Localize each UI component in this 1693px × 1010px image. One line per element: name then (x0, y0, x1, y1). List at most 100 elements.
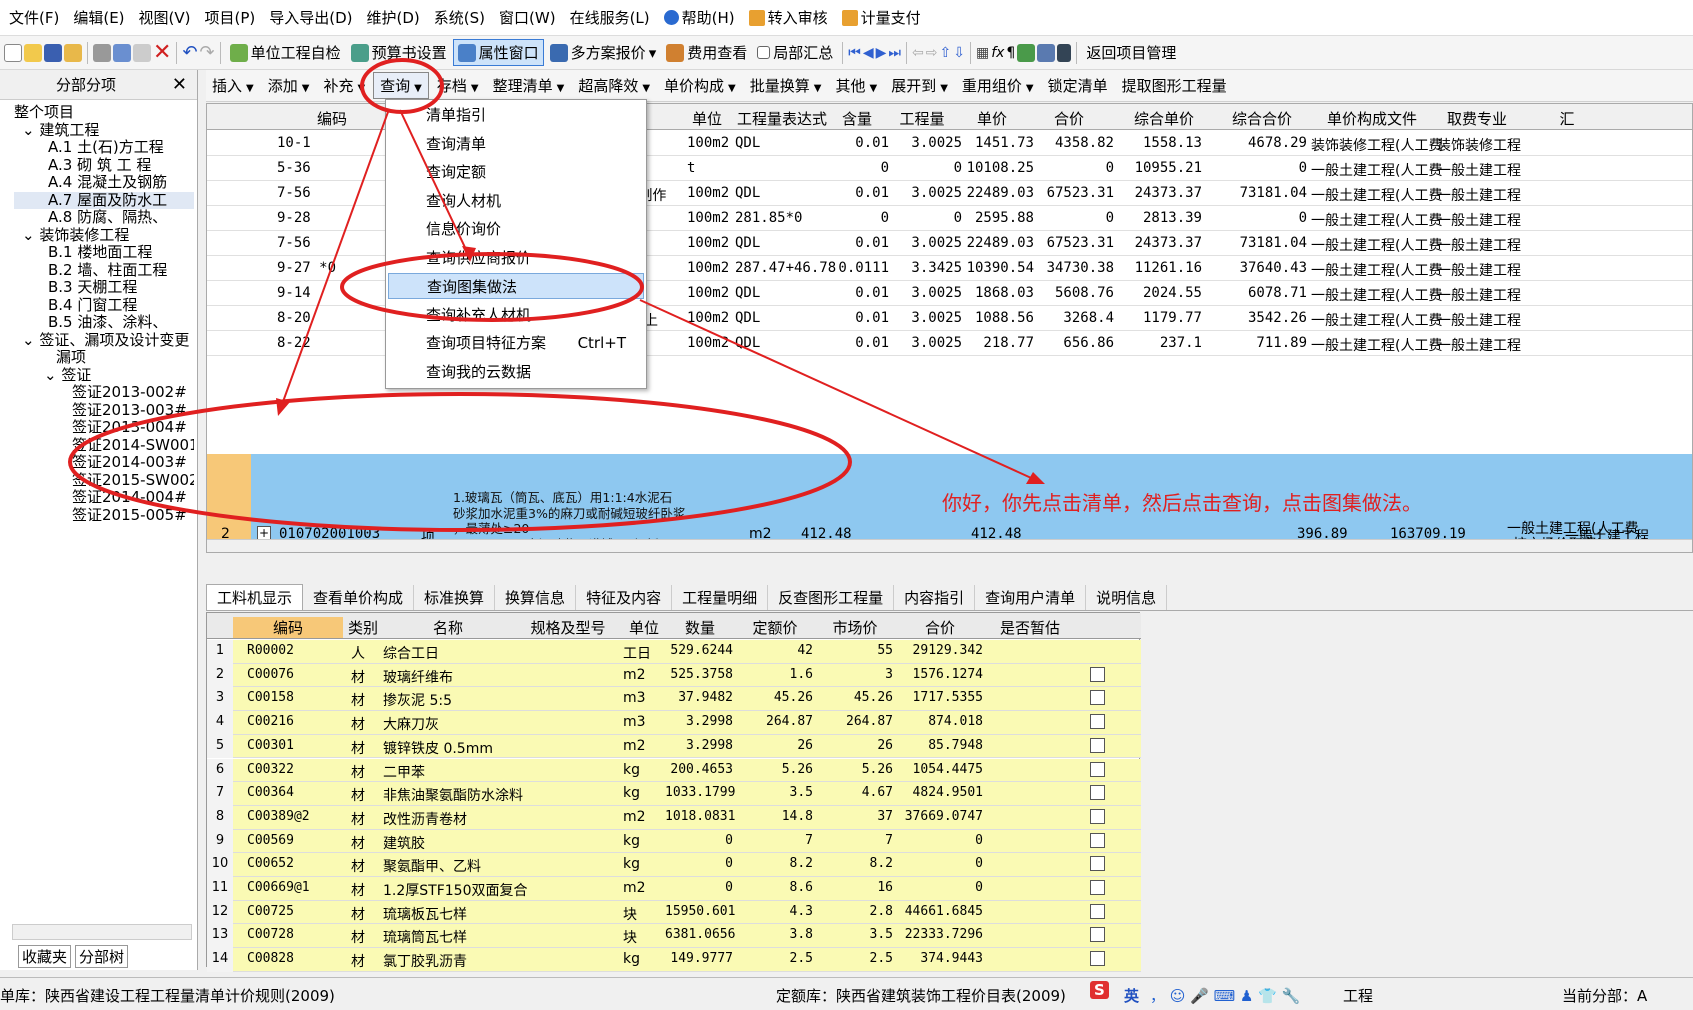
query-menu-item[interactable]: 查询定额 (388, 159, 644, 185)
move-left-icon[interactable]: ⇦ (912, 45, 924, 61)
provisional-checkbox[interactable] (1090, 761, 1105, 777)
detail-tab[interactable]: 内容指引 (894, 585, 976, 610)
tree-node[interactable]: 签证2015-005# (14, 507, 194, 525)
grid-column-header[interactable]: 取费专业 (1437, 108, 1517, 129)
tree-node[interactable]: 签证2013-002# (14, 384, 194, 402)
tree-node[interactable]: ⌄ 签证 (14, 367, 194, 385)
grid-toolbar-button[interactable]: 其他 ▼ (829, 73, 883, 98)
delete-icon[interactable]: ✕ (153, 40, 171, 65)
next-icon[interactable]: ▶ (876, 45, 887, 61)
property-window-button[interactable]: 属性窗口 (452, 39, 544, 66)
grid-column-header[interactable]: 单价 (952, 108, 1032, 129)
tree-node[interactable]: A.3 砌 筑 工 程 (14, 157, 194, 175)
resource-row[interactable]: 11 C00669@1 材 1.2厚STF150双面复合 m2 0 8.6 16 0 (207, 877, 1141, 901)
detail-tab[interactable]: 工料机显示 (206, 584, 304, 610)
calculator-icon[interactable]: ▦ (976, 45, 989, 61)
menu-item[interactable]: 系统(S) (427, 7, 492, 28)
grid-toolbar-button[interactable]: 补充 ▼ (317, 73, 371, 98)
menu-item[interactable]: 维护(D) (360, 7, 427, 28)
grid-column-header[interactable]: 综合合价 (1217, 108, 1307, 129)
detail-tab[interactable]: 特征及内容 (576, 585, 673, 610)
copy-icon[interactable] (113, 43, 131, 62)
resource-column-header[interactable]: 市场价 (815, 617, 895, 638)
return-project-button[interactable]: 返回项目管理 (1082, 40, 1180, 65)
provisional-checkbox[interactable] (1090, 856, 1105, 872)
paste-icon[interactable] (133, 43, 151, 62)
tree-node[interactable]: 签证2014-003# (14, 454, 194, 472)
tree-node[interactable]: 签证2014-SW001 (14, 437, 194, 455)
formula-icon[interactable]: fx (991, 45, 1004, 61)
grid-toolbar-button[interactable]: 展开到 ▼ (885, 73, 954, 98)
tree-node[interactable]: 签证2013-004# (14, 419, 194, 437)
tree-node[interactable]: ⌄ 装饰装修工程 (14, 227, 194, 245)
undo-icon[interactable]: ↶ (182, 42, 197, 63)
multi-plan-quote-button[interactable]: 多方案报价 ▾ (546, 40, 661, 65)
menu-item[interactable]: 帮助(H) (657, 7, 742, 28)
menu-item[interactable]: 编辑(E) (66, 7, 131, 28)
grid-toolbar-button[interactable]: 单价构成 ▼ (658, 73, 742, 98)
grid-column-header[interactable]: 编码 (287, 108, 377, 129)
grid-column-header[interactable]: 单价构成文件 (1317, 108, 1427, 129)
move-up-icon[interactable]: ⇧ (940, 45, 952, 61)
move-down-icon[interactable]: ⇩ (953, 45, 965, 61)
ime-toolbar-icons[interactable]: ， ☺ 🎤 ⌨ ♟ 👕 🔧 (1150, 985, 1300, 1006)
resource-column-header[interactable]: 定额价 (735, 617, 815, 638)
tab-favorites[interactable]: 收藏夹 (18, 945, 72, 968)
folder-icon[interactable] (64, 43, 82, 62)
detail-tab[interactable]: 标准换算 (414, 585, 496, 610)
detail-tab[interactable]: 说明信息 (1086, 585, 1168, 610)
grid-column-header[interactable]: 合价 (1029, 108, 1109, 129)
grid-toolbar-button[interactable]: 批量换算 ▼ (744, 73, 828, 98)
grid-toolbar-button[interactable]: 添加 ▼ (262, 73, 316, 98)
grid-toolbar-button[interactable]: 查询 ▼ (373, 72, 429, 99)
provisional-checkbox[interactable] (1090, 714, 1105, 730)
query-menu-item[interactable]: 查询补充人材机 (388, 302, 644, 328)
cut-icon[interactable] (93, 43, 111, 62)
detail-tab[interactable]: 查看单价构成 (303, 585, 415, 610)
grid-column-header[interactable]: 单位 (687, 108, 727, 129)
resource-column-header[interactable]: 是否暂估 (985, 617, 1075, 638)
resource-row[interactable]: 4 C00216 材 大麻刀灰 m3 3.2998 264.87 264.87 874.018 (207, 711, 1141, 735)
resource-row[interactable]: 9 C00569 材 建筑胶 kg 0 7 7 0 (207, 829, 1141, 854)
resource-column-header[interactable]: 编码 (233, 617, 343, 638)
resource-row[interactable]: 6 C00322 材 二甲苯 kg 200.4653 5.26 5.26 1054.4475 (207, 758, 1141, 783)
tree-node[interactable]: ⌄ 建筑工程 (14, 122, 194, 140)
close-icon[interactable]: ✕ (172, 74, 187, 95)
self-check-button[interactable]: 单位工程自检 (226, 40, 345, 65)
query-menu-item[interactable]: 查询图集做法 (388, 273, 644, 299)
grid-toolbar-button[interactable]: 整理清单 ▼ (487, 73, 571, 98)
save-icon[interactable] (44, 43, 62, 62)
provisional-checkbox[interactable] (1090, 927, 1105, 943)
tab-section-tree[interactable]: 分部树 (75, 945, 129, 968)
tree-node[interactable]: 签证2013-003# (14, 402, 194, 420)
cube-icon[interactable] (1017, 43, 1036, 62)
query-menu-item[interactable]: 查询供应商报价 (388, 245, 644, 271)
provisional-checkbox[interactable] (1090, 903, 1105, 919)
grid-toolbar-button[interactable]: 提取图形工程量 (1116, 73, 1233, 98)
grid-column-header[interactable]: 含量 (832, 108, 882, 129)
export-icon[interactable] (1037, 43, 1056, 62)
tree-node[interactable]: B.3 天棚工程 (14, 279, 194, 297)
resource-column-header[interactable]: 数量 (665, 617, 735, 638)
tree-node[interactable]: 签证2015-SW002 (14, 472, 194, 490)
menu-item[interactable]: 文件(F) (2, 7, 66, 28)
provisional-checkbox[interactable] (1090, 832, 1105, 848)
grid-column-header[interactable]: 汇 (1547, 108, 1587, 129)
ime-icon[interactable]: S (1090, 981, 1109, 999)
grid-column-header[interactable]: 工程量 (892, 108, 952, 129)
tree-node[interactable]: B.1 楼地面工程 (14, 244, 194, 262)
grid-column-header[interactable]: 综合单价 (1119, 108, 1209, 129)
new-icon[interactable] (4, 43, 22, 62)
detail-tab[interactable]: 工程量明细 (672, 585, 769, 610)
prev-icon[interactable]: ◀ (863, 45, 874, 61)
resource-row[interactable]: 2 C00076 材 玻璃纤维布 m2 525.3758 1.6 3 1576.1274 (207, 663, 1141, 688)
menu-item[interactable]: 转入审核 (742, 7, 835, 28)
open-icon[interactable] (24, 43, 42, 62)
resource-column-header[interactable]: 名称 (383, 617, 513, 638)
last-icon[interactable]: ⏭ (888, 45, 901, 61)
resource-row[interactable]: 3 C00158 材 掺灰泥 5:5 m3 37.9482 45.26 45.26 1717.5… (207, 687, 1141, 712)
partial-summary-button[interactable]: 局部汇总 (753, 40, 837, 65)
menu-item[interactable]: 在线服务(L) (563, 7, 657, 28)
grid-hscrollbar[interactable] (207, 539, 1692, 552)
chevron-down-icon[interactable]: ⌄ (22, 122, 39, 139)
